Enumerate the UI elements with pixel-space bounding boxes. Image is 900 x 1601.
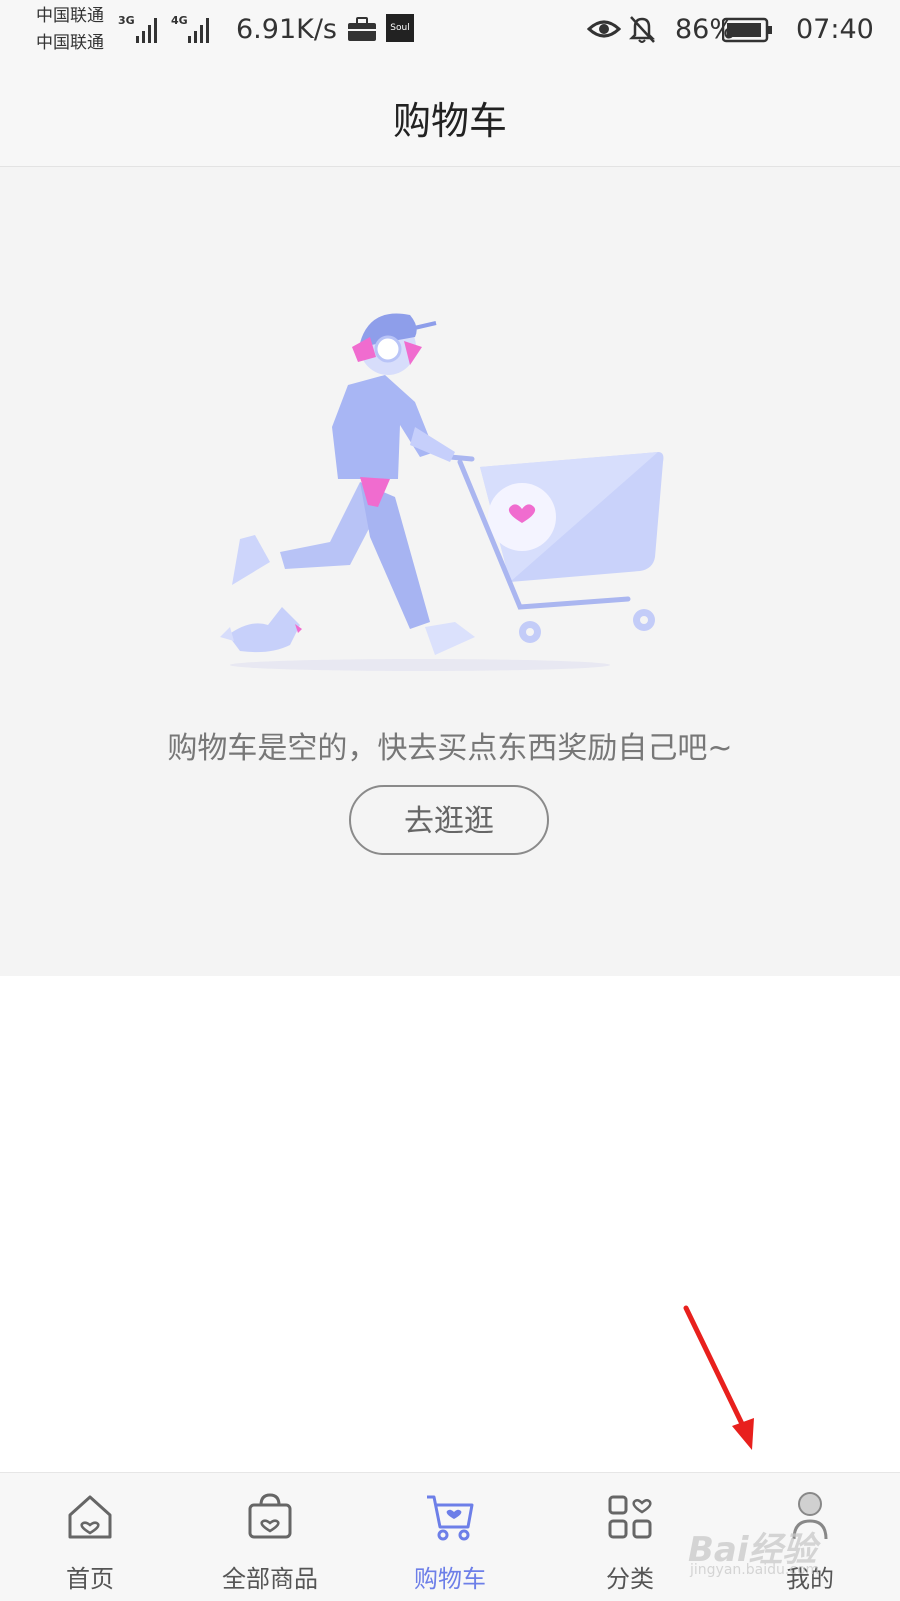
grid-heart-icon [608, 1495, 652, 1539]
cart-heart-icon [427, 1495, 474, 1541]
tab-label: 全部商品 [222, 1565, 318, 1593]
tab-cart[interactable]: 购物车 [360, 1473, 540, 1601]
tab-label: 购物车 [414, 1565, 486, 1593]
baidu-watermark-url: jingyan.baidu.com [690, 1562, 820, 1578]
bag-heart-icon [248, 1493, 292, 1539]
tab-label: 首页 [66, 1565, 114, 1593]
page-title: 购物车 [392, 99, 507, 143]
tab-all-products[interactable]: 全部商品 [180, 1473, 360, 1601]
signal-icon [136, 18, 157, 43]
home-heart-icon [68, 1495, 112, 1539]
net-type-1: 3G [118, 14, 135, 27]
title-bar: 购物车 [0, 64, 900, 167]
signal-icon [188, 18, 209, 43]
eye-icon [587, 20, 621, 38]
go-shopping-button[interactable]: 去逛逛 [349, 785, 549, 855]
soul-app-icon: Soul [386, 14, 414, 42]
empty-cart-message: 购物车是空的，快去买点东西奖励自己吧~ [167, 731, 733, 766]
carrier-2: 中国联通 [36, 33, 104, 53]
status-bar: 中国联通 中国联通 3G 4G 6.91K/s Soul 86% 07:40 [0, 0, 900, 64]
carrier-1: 中国联通 [36, 6, 104, 26]
person-pushing-cart-illustration [220, 313, 664, 671]
clock: 07:40 [796, 14, 874, 45]
battery-icon [722, 17, 772, 43]
tab-home[interactable]: 首页 [0, 1473, 180, 1601]
briefcase-icon [348, 17, 376, 41]
empty-cart-area: 购物车是空的，快去买点东西奖励自己吧~ 去逛逛 [0, 167, 900, 976]
red-annotation-arrow [683, 1305, 754, 1450]
network-speed: 6.91K/s [236, 14, 337, 45]
bell-off-icon [628, 16, 656, 43]
